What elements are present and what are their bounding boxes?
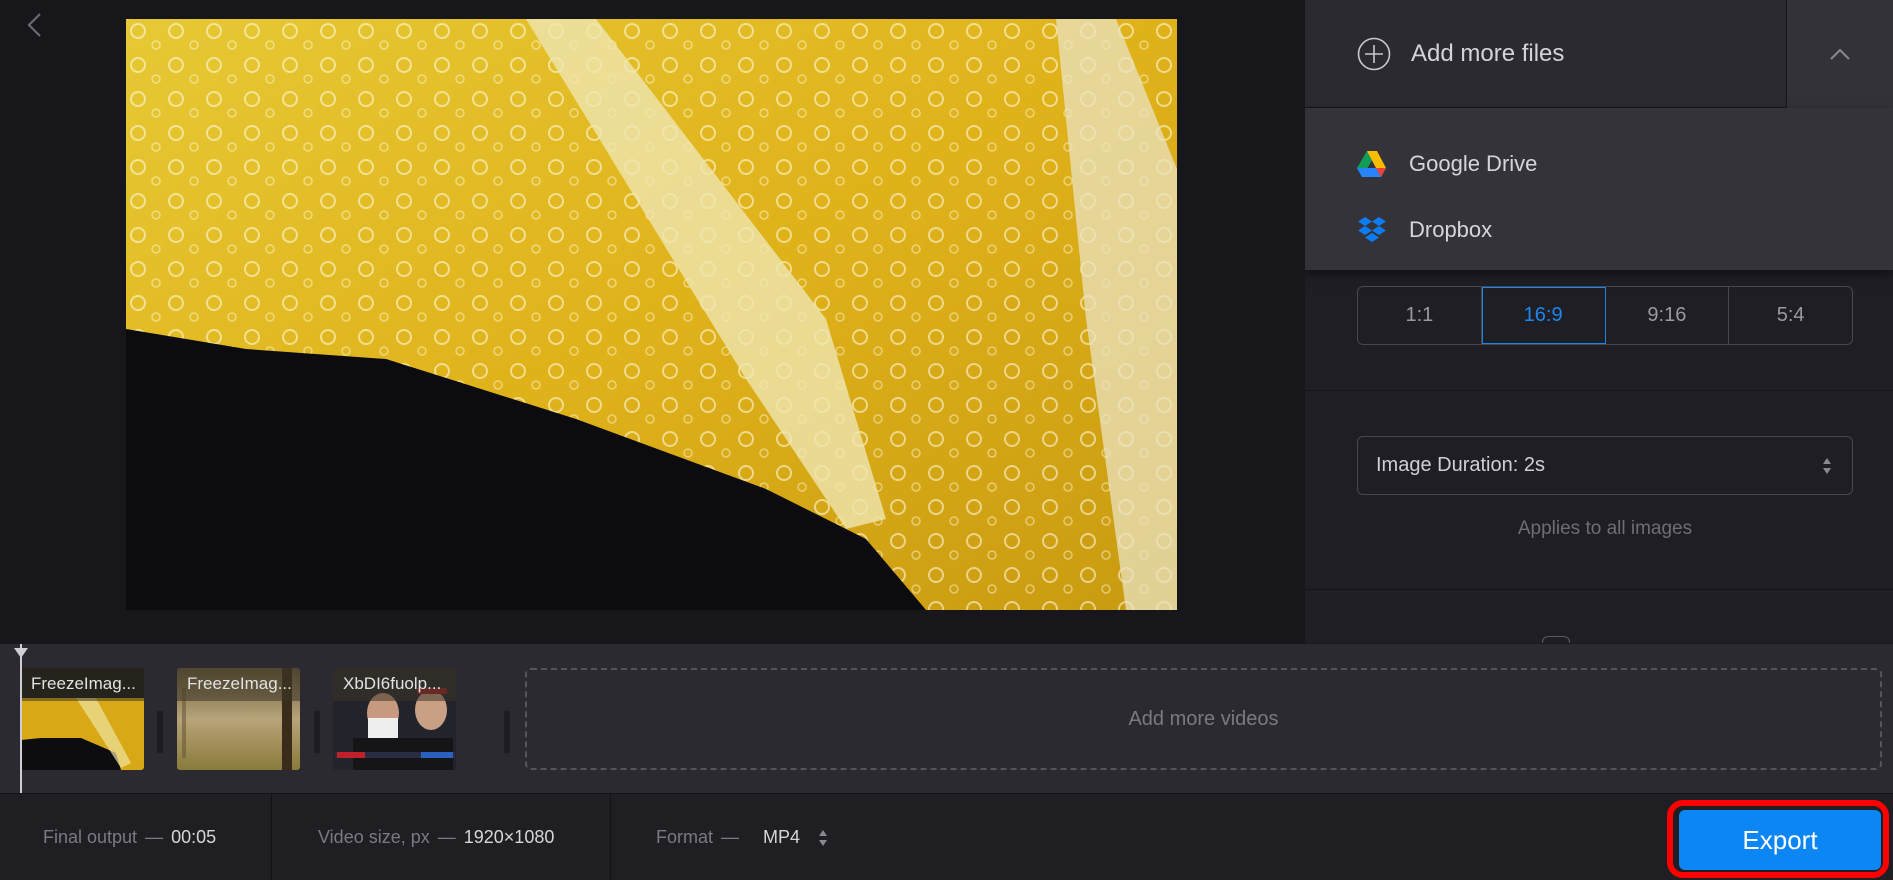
format-label: Format bbox=[656, 827, 714, 847]
video-size-value: 1920×1080 bbox=[463, 827, 555, 847]
image-duration-select[interactable]: Image Duration: 2s bbox=[1357, 436, 1853, 495]
add-files-header: Add more files bbox=[1305, 0, 1893, 108]
ratio-9-16[interactable]: 9:16 bbox=[1606, 287, 1730, 344]
clip-divider-handle[interactable] bbox=[157, 711, 163, 753]
timeline-clip[interactable]: FreezeImag... bbox=[177, 668, 300, 770]
applies-note: Applies to all images bbox=[1517, 518, 1693, 539]
add-more-videos-dropzone[interactable]: Add more videos bbox=[525, 668, 1882, 770]
timeline-clip[interactable]: XbDI6fuolp... bbox=[333, 668, 456, 770]
google-drive-label: Google Drive bbox=[1409, 151, 1538, 176]
preview-area bbox=[0, 0, 1305, 643]
format-selector[interactable]: Format — MP4 bbox=[656, 794, 828, 880]
video-size-info: Video size, px — 1920×1080 bbox=[318, 794, 554, 880]
bottom-bar: Final output — 00:05 Video size, px — 19… bbox=[0, 793, 1893, 880]
clip-divider-handle[interactable] bbox=[504, 711, 510, 753]
final-output-label: Final output bbox=[43, 827, 138, 847]
source-google-drive[interactable]: Google Drive bbox=[1357, 144, 1537, 184]
clip-divider-handle[interactable] bbox=[314, 711, 320, 753]
sort-arrows-icon bbox=[1823, 458, 1831, 474]
timeline-clip[interactable]: FreezeImag... bbox=[21, 668, 144, 770]
dropbox-icon bbox=[1358, 217, 1386, 242]
option-checkbox[interactable] bbox=[1542, 636, 1570, 643]
ratio-16-9[interactable]: 16:9 bbox=[1481, 287, 1606, 344]
google-drive-icon bbox=[1357, 151, 1386, 177]
video-size-label: Video size, px bbox=[318, 827, 430, 847]
settings-panel: Add more files Google Drive Dropbox 1:1 … bbox=[1305, 0, 1893, 643]
ratio-5-4[interactable]: 5:4 bbox=[1729, 287, 1852, 344]
clip-name: XbDI6fuolp... bbox=[333, 668, 456, 701]
aspect-ratio-group: 1:1 16:9 9:16 5:4 bbox=[1357, 286, 1853, 345]
divider bbox=[1305, 589, 1893, 590]
back-button[interactable] bbox=[22, 10, 48, 40]
separator-dash: — bbox=[145, 827, 164, 847]
final-output-info: Final output — 00:05 bbox=[43, 794, 216, 880]
video-preview bbox=[126, 19, 1177, 610]
export-button[interactable]: Export bbox=[1679, 810, 1881, 870]
video-editor: Add more files Google Drive Dropbox 1:1 … bbox=[0, 0, 1893, 880]
sources-dropdown: Google Drive Dropbox bbox=[1305, 108, 1893, 270]
preview-image bbox=[126, 19, 1177, 610]
separator-dash: — bbox=[721, 827, 740, 847]
clip-name: FreezeImag... bbox=[177, 668, 300, 701]
add-more-files-label: Add more files bbox=[1411, 40, 1565, 67]
playhead[interactable] bbox=[20, 644, 22, 794]
add-more-files-button[interactable]: Add more files bbox=[1305, 0, 1786, 108]
divider bbox=[610, 794, 611, 880]
image-duration-value: Image Duration: 2s bbox=[1376, 454, 1545, 476]
final-output-value: 00:05 bbox=[171, 827, 217, 847]
chevron-up-icon bbox=[1830, 48, 1850, 60]
chevron-left-icon bbox=[27, 13, 41, 37]
plus-circle-icon bbox=[1357, 37, 1391, 71]
source-dropbox[interactable]: Dropbox bbox=[1357, 210, 1492, 250]
divider bbox=[271, 794, 272, 880]
playhead-handle[interactable] bbox=[14, 648, 28, 658]
sort-arrows-icon[interactable] bbox=[818, 828, 828, 848]
clip-name: FreezeImag... bbox=[21, 668, 144, 701]
collapse-sources-button[interactable] bbox=[1786, 0, 1893, 108]
ratio-1-1[interactable]: 1:1 bbox=[1358, 287, 1482, 344]
timeline: FreezeImag... FreezeImag... XbDI6fuolp..… bbox=[0, 643, 1893, 794]
separator-dash: — bbox=[437, 827, 456, 847]
divider bbox=[1305, 390, 1893, 391]
dropbox-label: Dropbox bbox=[1409, 217, 1493, 242]
format-value: MP4 bbox=[763, 827, 801, 847]
